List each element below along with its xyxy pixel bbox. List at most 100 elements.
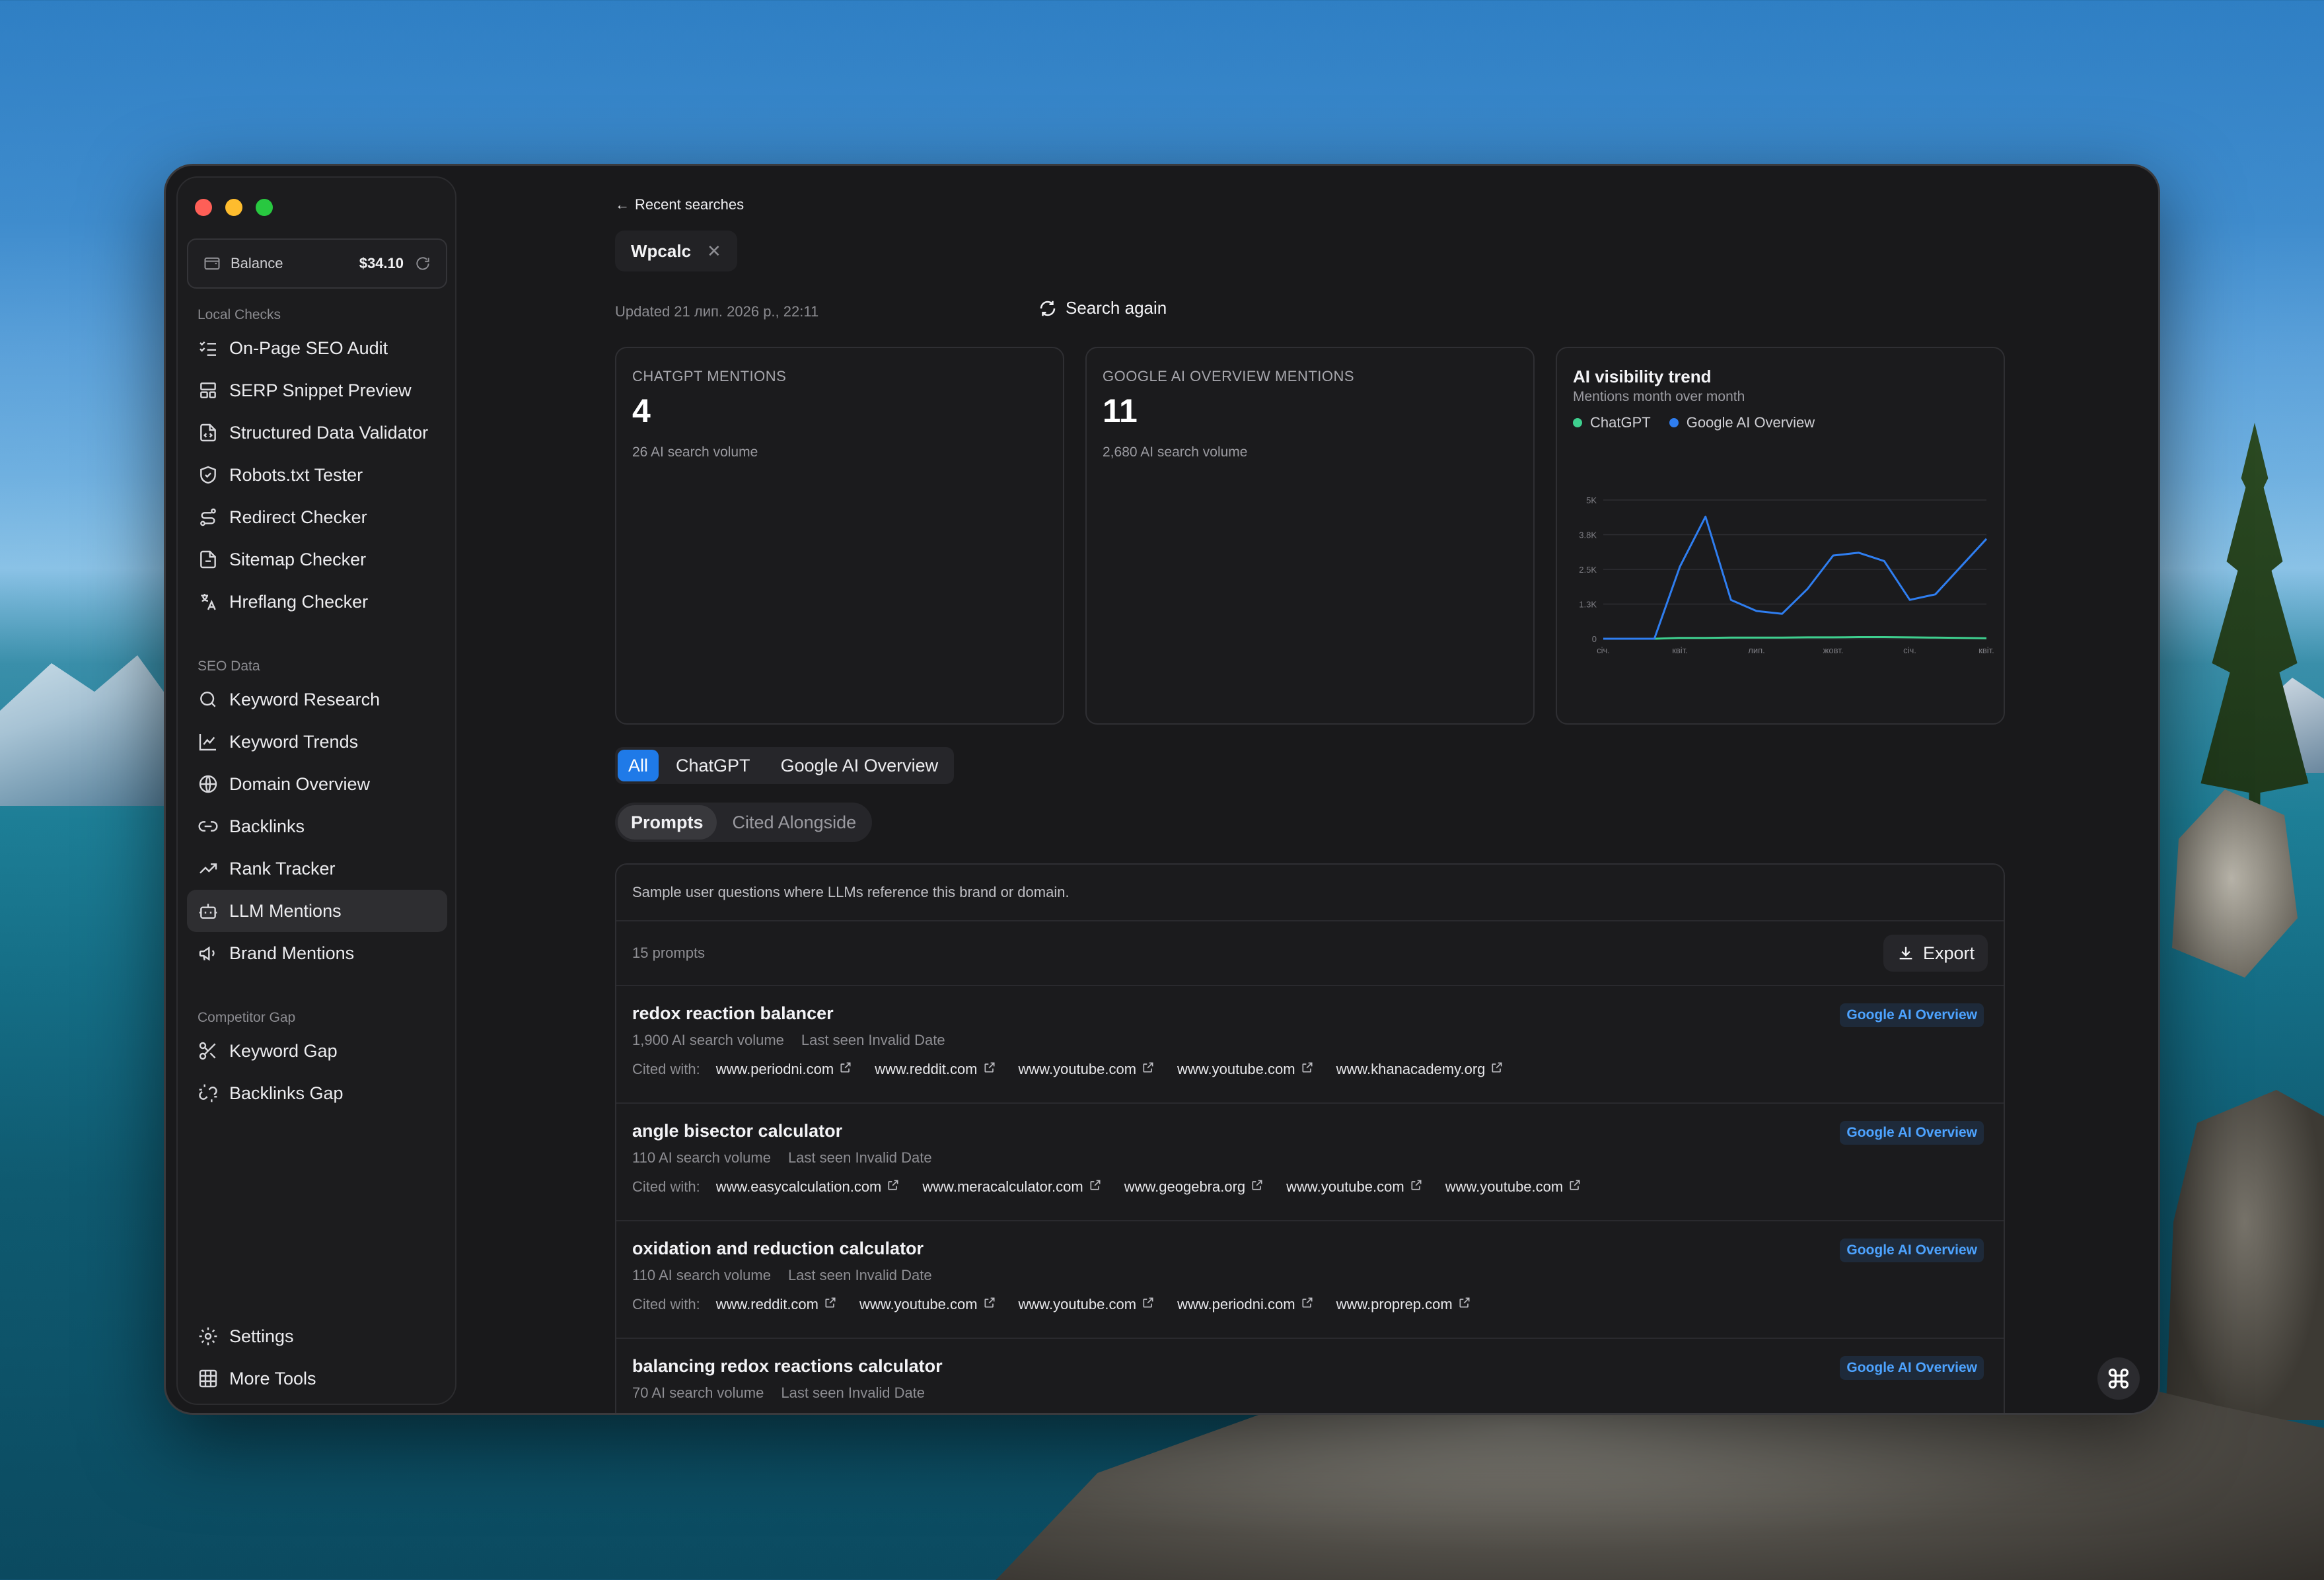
cited-domain: www.khanacademy.org (1336, 1061, 1486, 1077)
nav-keyword-trends[interactable]: Keyword Trends (187, 721, 447, 763)
close-icon[interactable]: ✕ (707, 241, 721, 262)
cited-with: Cited with: www.reddit.com www.youtube.com… (632, 1296, 1988, 1313)
nav-on-page-seo-audit[interactable]: On-Page SEO Audit (187, 327, 447, 369)
card-subtext: 26 AI search volume (632, 445, 758, 460)
cited-link[interactable]: www.reddit.com (716, 1296, 837, 1313)
search-chip[interactable]: Wpcalc ✕ (615, 231, 737, 271)
cited-link[interactable]: www.youtube.com (1445, 1178, 1582, 1196)
source-badge: Google AI Overview (1840, 1121, 1984, 1145)
nav-redirect-checker[interactable]: Redirect Checker (187, 496, 447, 538)
export-button[interactable]: Export (1883, 935, 1988, 972)
external-link-icon (824, 1296, 837, 1313)
cited-domain: www.youtube.com (1177, 1061, 1295, 1077)
nav-label: Backlinks Gap (229, 1083, 344, 1103)
close-window-button[interactable] (195, 199, 212, 216)
search-again-button[interactable]: Search again (1038, 298, 1167, 318)
cited-link[interactable]: www.easycalculation.com (716, 1178, 900, 1196)
cited-domain: www.youtube.com (1445, 1178, 1564, 1195)
line-chart-icon (199, 734, 216, 751)
tab-chatgpt[interactable]: ChatGPT (663, 750, 764, 781)
table-row[interactable]: balancing redox reactions calculator 70 A… (616, 1339, 2004, 1413)
translate-icon (201, 594, 216, 610)
balance-widget[interactable]: Balance $34.10 (187, 238, 447, 289)
external-link-icon (1458, 1296, 1471, 1313)
updated-timestamp: Updated 21 лип. 2026 р., 22:11 (615, 303, 819, 320)
nav-settings[interactable]: Settings (187, 1315, 447, 1357)
nav-backlinks[interactable]: Backlinks (187, 805, 447, 847)
window-controls (195, 199, 273, 216)
cited-domain: www.periodni.com (1177, 1296, 1295, 1312)
tab-cited-alongside[interactable]: Cited Alongside (719, 805, 870, 840)
nav-backlinks-gap[interactable]: Backlinks Gap (187, 1072, 447, 1114)
table-row[interactable]: redox reaction balancer 1,900 AI search v… (616, 986, 2004, 1104)
prompt-last-seen: Last seen Invalid Date (801, 1032, 945, 1048)
y-tick-label: 3.8K (1579, 530, 1597, 540)
cited-link[interactable]: www.khanacademy.org (1336, 1061, 1504, 1078)
cited-link[interactable]: www.reddit.com (875, 1061, 996, 1078)
cited-link[interactable]: www.meracalculator.com (922, 1178, 1101, 1196)
cited-link[interactable]: www.periodni.com (716, 1061, 853, 1078)
cited-link[interactable]: www.youtube.com (1177, 1061, 1314, 1078)
table-row[interactable]: angle bisector calculator 110 AI search v… (616, 1104, 2004, 1221)
nav-keyword-gap[interactable]: Keyword Gap (187, 1030, 447, 1072)
nav-domain-overview[interactable]: Domain Overview (187, 763, 447, 805)
trend-chart: 5K3.8K2.5K1.3K0січ. квіт. лип. жовт. січ. кві… (1579, 495, 1994, 655)
y-tick-label: 1.3K (1579, 600, 1597, 610)
prompt-last-seen: Last seen Invalid Date (787, 1149, 932, 1166)
cited-link[interactable]: www.youtube.com (1019, 1061, 1155, 1078)
table-row[interactable]: oxidation and reduction calculator 110 AI… (616, 1221, 2004, 1339)
y-tick-label: 2.5K (1579, 565, 1597, 575)
nav-more-tools[interactable]: More Tools (187, 1357, 447, 1400)
legend-dot (1573, 418, 1582, 427)
refresh-icon[interactable] (414, 255, 431, 272)
command-icon (2108, 1368, 2129, 1389)
cited-domain: www.periodni.com (715, 1061, 834, 1077)
nav-rank-tracker[interactable]: Rank Tracker (187, 847, 447, 890)
cited-label: Cited with: (632, 1061, 700, 1077)
minimize-window-button[interactable] (225, 199, 242, 216)
nav-llm-mentions[interactable]: LLM Mentions (187, 890, 447, 932)
nav-label: Settings (229, 1326, 294, 1346)
tab-all[interactable]: All (618, 750, 659, 781)
sidebar: Balance $34.10 Local Checks On-Page SEO … (176, 176, 456, 1405)
nav-label: Backlinks (229, 816, 305, 836)
nav-label: On-Page SEO Audit (229, 338, 388, 358)
tab-prompts[interactable]: Prompts (618, 805, 717, 840)
cited-link[interactable]: www.geogebra.org (1124, 1178, 1264, 1196)
card-caption: GOOGLE AI OVERVIEW MENTIONS (1103, 368, 1355, 384)
table-description: Sample user questions where LLMs referen… (616, 865, 2004, 921)
section-heading: Competitor Gap (198, 1010, 296, 1025)
zoom-window-button[interactable] (256, 199, 273, 216)
nav-brand-mentions[interactable]: Brand Mentions (187, 932, 447, 974)
search-icon (200, 692, 216, 707)
back-label: Recent searches (635, 196, 744, 213)
nav-serp-snippet-preview[interactable]: SERP Snippet Preview (187, 369, 447, 412)
nav-hreflang-checker[interactable]: Hreflang Checker (187, 581, 447, 623)
section-heading: SEO Data (198, 659, 260, 674)
wallet-icon (204, 257, 220, 270)
balance-label: Balance (231, 255, 283, 271)
cited-domain: www.easycalculation.com (715, 1178, 882, 1195)
cited-link[interactable]: www.youtube.com (1019, 1296, 1155, 1313)
cited-link[interactable]: www.periodni.com (1177, 1296, 1314, 1313)
cited-link[interactable]: www.youtube.com (1286, 1178, 1423, 1196)
cited-domain: www.youtube.com (1286, 1178, 1404, 1195)
back-link[interactable]: ← Recent searches (615, 196, 744, 213)
app-window: Balance $34.10 Local Checks On-Page SEO … (164, 164, 2160, 1415)
cited-label: Cited with: (632, 1178, 700, 1195)
megaphone-icon (199, 946, 215, 961)
nav-robots-txt-tester[interactable]: Robots.txt Tester (187, 454, 447, 496)
y-tick-label: 0 (1592, 634, 1597, 644)
cited-link[interactable]: www.proprep.com (1336, 1296, 1471, 1313)
nav-keyword-research[interactable]: Keyword Research (187, 678, 447, 721)
nav-sitemap-checker[interactable]: Sitemap Checker (187, 538, 447, 581)
background-rock-right (2165, 1090, 2324, 1420)
tab-google-ai-overview[interactable]: Google AI Overview (768, 750, 952, 781)
nav-structured-data-validator[interactable]: Structured Data Validator (187, 412, 447, 454)
cited-link[interactable]: www.youtube.com (859, 1296, 996, 1313)
command-button[interactable] (2097, 1357, 2140, 1400)
gear-icon (199, 1327, 217, 1346)
prompt-query: oxidation and reduction calculator (632, 1239, 924, 1258)
ai-visibility-trend-card: AI visibility trend Mentions month over … (1556, 347, 2005, 725)
prompt-volume: 1,900 AI search volume (632, 1032, 784, 1048)
